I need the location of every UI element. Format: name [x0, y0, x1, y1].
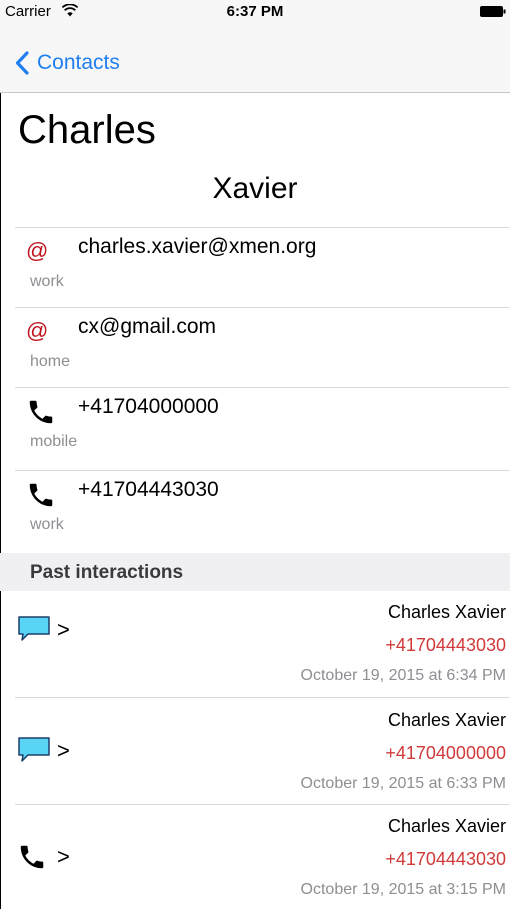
chevron-left-icon: [15, 51, 29, 75]
battery-icon: [480, 6, 506, 17]
interaction-date: October 19, 2015 at 3:15 PM: [300, 881, 506, 898]
interaction-item[interactable]: > Charles Xavier +41704443030 October 19…: [0, 592, 510, 684]
interaction-contact-name: Charles Xavier: [387, 816, 506, 836]
interaction-date: October 19, 2015 at 6:33 PM: [300, 775, 506, 792]
back-button[interactable]: Contacts: [15, 48, 120, 78]
email-type-label: home: [30, 353, 71, 370]
separator: [15, 697, 510, 698]
message-bubble-icon: [18, 616, 50, 641]
at-sign-icon: @: [26, 238, 49, 263]
interaction-contact-name: Charles Xavier: [387, 710, 506, 730]
disclosure-chevron: >: [57, 617, 70, 642]
status-time: 6:37 PM: [226, 3, 284, 20]
navigation-bar: Contacts: [0, 22, 510, 93]
contact-first-name: Charles: [18, 108, 156, 152]
at-sign-icon: @: [26, 318, 49, 343]
interaction-item[interactable]: > Charles Xavier +41704000000 October 19…: [0, 700, 510, 792]
phone-value: +41704443030: [78, 478, 219, 501]
interaction-phone: +41704443030: [385, 635, 506, 655]
interaction-phone: +41704000000: [385, 743, 506, 763]
disclosure-chevron: >: [57, 844, 70, 869]
contact-last-name: Xavier: [212, 172, 298, 205]
interaction-phone: +41704443030: [385, 849, 506, 869]
email-type-label: work: [30, 273, 64, 290]
email-value: cx@gmail.com: [78, 315, 217, 338]
interaction-item[interactable]: > Charles Xavier +41704443030 October 19…: [0, 806, 510, 898]
separator: [15, 804, 510, 805]
phone-icon: [20, 845, 44, 869]
email-value: charles.xavier@xmen.org: [78, 235, 317, 258]
phone-icon: [29, 400, 53, 424]
phone-value: +41704000000: [78, 395, 219, 418]
section-title: Past interactions: [30, 562, 184, 583]
phone-icon: [29, 483, 53, 507]
back-button-label: Contacts: [37, 51, 120, 74]
message-bubble-icon: [18, 737, 50, 762]
phone-row-mobile[interactable]: +41704000000 mobile: [0, 387, 510, 467]
phone-row-work[interactable]: +41704443030 work: [0, 470, 510, 550]
email-row-work[interactable]: @ charles.xavier@xmen.org work: [0, 227, 510, 307]
phone-type-label: work: [30, 516, 64, 533]
past-interactions-header: Past interactions: [0, 553, 510, 591]
email-row-home[interactable]: @ cx@gmail.com home: [0, 307, 510, 387]
interaction-contact-name: Charles Xavier: [387, 602, 506, 622]
status-bar: Carrier 6:37 PM: [0, 0, 510, 22]
disclosure-chevron: >: [57, 738, 70, 763]
interaction-date: October 19, 2015 at 6:34 PM: [300, 667, 506, 684]
phone-type-label: mobile: [30, 433, 78, 450]
